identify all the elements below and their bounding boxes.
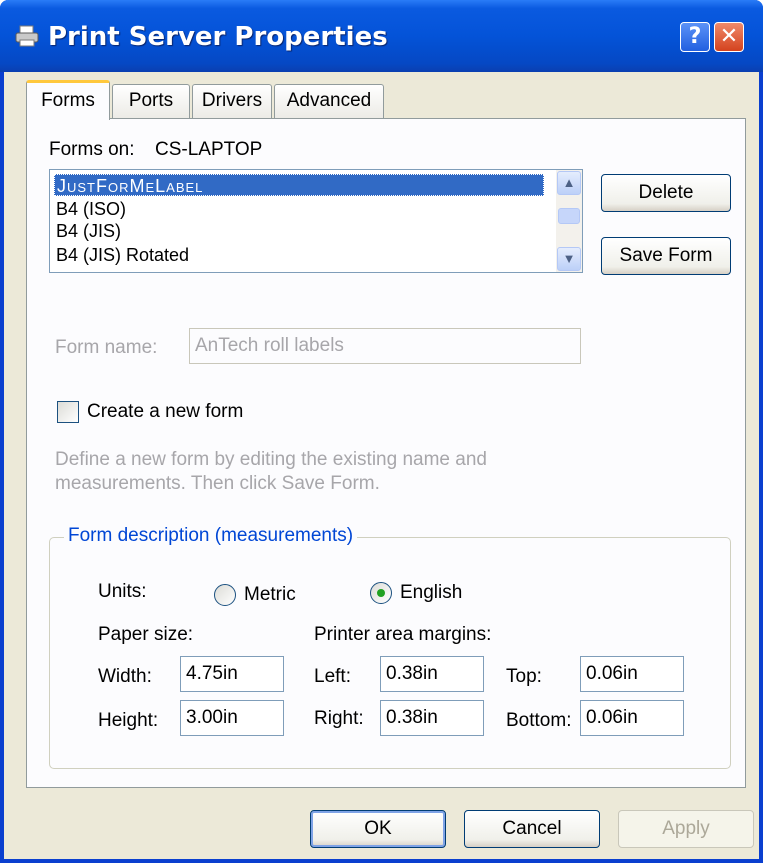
tab-advanced[interactable]: Advanced xyxy=(274,84,384,118)
hint-text-line1: Define a new form by editing the existin… xyxy=(55,449,487,470)
window-title: Print Server Properties xyxy=(48,22,388,52)
list-item[interactable]: B4 (JIS) Rotated xyxy=(56,244,189,266)
ok-button[interactable]: OK xyxy=(310,810,446,848)
english-radio-label[interactable]: English xyxy=(400,582,462,604)
forms-listbox[interactable]: JustForMeLabel B4 (ISO) B4 (JIS) B4 (JIS… xyxy=(49,169,583,273)
scroll-up-icon[interactable]: ▲ xyxy=(557,171,581,195)
top-margin-label: Top: xyxy=(506,666,542,687)
close-button[interactable]: ✕ xyxy=(714,22,744,52)
help-button[interactable]: ? xyxy=(680,22,710,52)
hint-text-line2: measurements. Then click Save Form. xyxy=(55,473,380,494)
metric-radio-label[interactable]: Metric xyxy=(244,584,296,606)
form-name-input[interactable]: AnTech roll labels xyxy=(189,328,581,364)
forms-on-value: CS-LAPTOP xyxy=(155,139,263,160)
save-form-button[interactable]: Save Form xyxy=(601,237,731,275)
right-margin-label: Right: xyxy=(314,708,364,729)
print-server-properties-window: Print Server Properties ? ✕ Forms Ports … xyxy=(0,0,763,863)
bottom-margin-label: Bottom: xyxy=(506,710,572,731)
scroll-thumb[interactable] xyxy=(558,208,580,224)
width-input[interactable]: 4.75in xyxy=(180,656,284,692)
top-margin-input[interactable]: 0.06in xyxy=(580,656,684,692)
cancel-button[interactable]: Cancel xyxy=(464,810,600,848)
width-label: Width: xyxy=(98,666,152,687)
bottom-margin-input[interactable]: 0.06in xyxy=(580,700,684,736)
form-description-group: Form description (measurements) Units: M… xyxy=(49,525,731,769)
units-label: Units: xyxy=(98,581,147,602)
height-input[interactable]: 3.00in xyxy=(180,700,284,736)
create-new-form-checkbox[interactable] xyxy=(57,401,79,423)
list-item[interactable]: B4 (JIS) xyxy=(56,220,121,242)
forms-on-label: Forms on: xyxy=(49,139,135,160)
create-new-form-label[interactable]: Create a new form xyxy=(87,401,243,423)
forms-tab-panel: Forms on: CS-LAPTOP JustForMeLabel B4 (I… xyxy=(26,118,746,788)
list-item[interactable]: B4 (ISO) xyxy=(56,198,126,220)
metric-radio[interactable] xyxy=(214,584,236,606)
radio-selected-dot xyxy=(377,589,385,597)
forms-list-scrollbar[interactable]: ▲ ▼ xyxy=(556,170,582,272)
title-bar[interactable]: Print Server Properties ? ✕ xyxy=(0,0,763,72)
height-label: Height: xyxy=(98,710,159,731)
delete-button[interactable]: Delete xyxy=(601,174,731,212)
scroll-down-icon[interactable]: ▼ xyxy=(557,247,581,271)
tab-drivers[interactable]: Drivers xyxy=(192,84,272,118)
printer-icon xyxy=(15,25,39,47)
right-margin-input[interactable]: 0.38in xyxy=(380,700,484,736)
paper-size-label: Paper size: xyxy=(98,624,194,645)
tab-ports[interactable]: Ports xyxy=(112,84,190,118)
group-title: Form description (measurements) xyxy=(64,525,358,547)
left-margin-input[interactable]: 0.38in xyxy=(380,656,484,692)
apply-button[interactable]: Apply xyxy=(618,810,754,848)
left-margin-label: Left: xyxy=(314,666,351,687)
tab-forms[interactable]: Forms xyxy=(26,80,110,120)
form-name-label: Form name: xyxy=(55,337,158,358)
list-item[interactable]: JustForMeLabel xyxy=(54,174,544,196)
printer-margins-label: Printer area margins: xyxy=(314,624,492,645)
english-radio[interactable] xyxy=(370,582,392,604)
